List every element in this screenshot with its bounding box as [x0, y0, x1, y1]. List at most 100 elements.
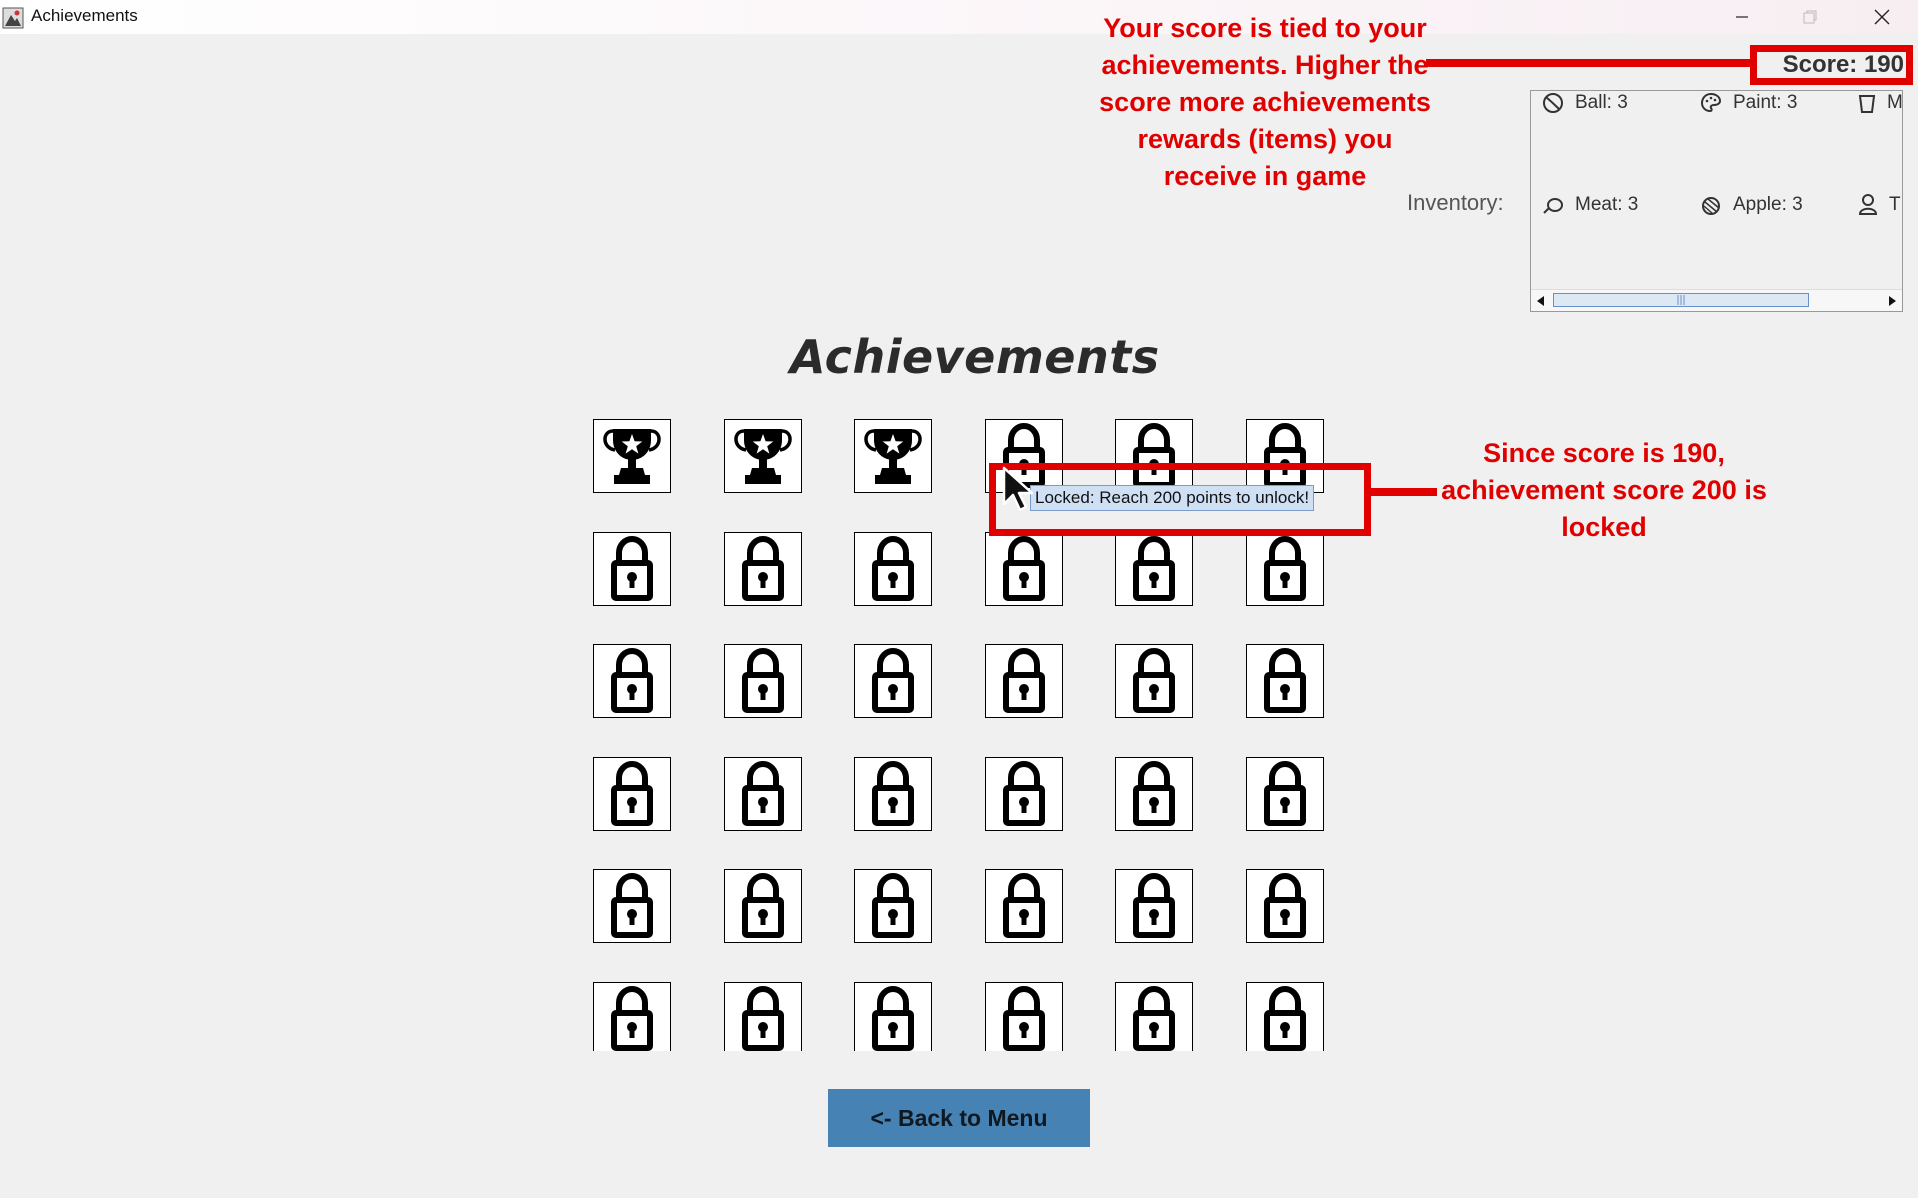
lock-icon: [1133, 986, 1175, 1051]
achievement-locked[interactable]: [593, 982, 671, 1051]
scrollbar-thumb[interactable]: [1553, 293, 1809, 307]
achievement-locked[interactable]: [593, 644, 671, 718]
ball-icon: [1543, 93, 1563, 113]
lock-icon: [1264, 648, 1306, 713]
lock-icon: [1133, 761, 1175, 826]
app-icon: [2, 7, 24, 29]
achievement-unlocked[interactable]: [854, 419, 932, 493]
achievement-locked[interactable]: [1115, 982, 1193, 1051]
title-bar: Achievements: [0, 0, 1918, 34]
scroll-right-arrow[interactable]: [1882, 290, 1902, 311]
inventory-item-paint: Paint: 3: [1699, 91, 1797, 115]
tooltip-annotation-box: [989, 463, 1371, 536]
score-label: Score: 190: [1750, 45, 1913, 85]
achievement-locked[interactable]: [1246, 644, 1324, 718]
lock-icon: [872, 536, 914, 601]
lock-icon: [611, 648, 653, 713]
restore-icon: [1803, 10, 1817, 24]
achievement-locked[interactable]: [724, 982, 802, 1051]
minimize-button[interactable]: [1708, 0, 1776, 34]
lock-icon: [611, 761, 653, 826]
achievement-locked[interactable]: [854, 532, 932, 606]
meat-icon: [1543, 198, 1563, 214]
achievement-unlocked[interactable]: [593, 419, 671, 493]
achievement-locked[interactable]: [1115, 757, 1193, 831]
lock-icon: [1264, 873, 1306, 938]
achievement-locked[interactable]: [593, 532, 671, 606]
scroll-left-arrow[interactable]: [1531, 290, 1551, 311]
page-title: Achievements: [790, 330, 1160, 384]
achievement-locked[interactable]: [593, 757, 671, 831]
close-button[interactable]: [1848, 0, 1916, 34]
lock-icon: [1003, 648, 1045, 713]
back-to-menu-button[interactable]: <- Back to Menu: [828, 1089, 1090, 1147]
lock-icon: [1003, 536, 1045, 601]
minimize-icon: [1736, 16, 1748, 18]
close-icon: [1874, 9, 1890, 25]
lock-icon: [1133, 648, 1175, 713]
lock-icon: [742, 873, 784, 938]
lock-icon: [1264, 761, 1306, 826]
lock-icon: [611, 873, 653, 938]
annotation-arrow-line: [1426, 59, 1752, 67]
mouse-cursor-icon: [1002, 466, 1034, 512]
score-text: Score: 190: [1782, 51, 1904, 78]
lock-icon: [872, 873, 914, 938]
inventory-item-apple: Apple: 3: [1699, 193, 1803, 217]
achievement-locked[interactable]: [593, 869, 671, 943]
locked-annotation: Since score is 190, achievement score 20…: [1441, 438, 1767, 542]
trophy-icon: [734, 429, 792, 484]
achievement-unlocked[interactable]: [724, 419, 802, 493]
achievement-locked[interactable]: [985, 644, 1063, 718]
lock-icon: [742, 761, 784, 826]
achievement-locked[interactable]: [1246, 869, 1324, 943]
lock-icon: [872, 648, 914, 713]
lock-icon: [1003, 986, 1045, 1051]
inventory-item-cup: M: [1857, 91, 1902, 115]
achievement-locked[interactable]: [1115, 869, 1193, 943]
lock-icon: [742, 986, 784, 1051]
achievement-locked[interactable]: [985, 869, 1063, 943]
annotation-arrow-line: [1369, 488, 1437, 496]
grip-icon: [1677, 295, 1685, 305]
lock-icon: [1133, 873, 1175, 938]
arrow-left-icon: [1537, 295, 1544, 306]
maximize-button[interactable]: [1776, 0, 1844, 34]
achievement-locked[interactable]: [854, 757, 932, 831]
achievement-locked[interactable]: [854, 869, 932, 943]
achievement-locked[interactable]: [854, 644, 932, 718]
inventory-item-toy: T: [1857, 193, 1901, 217]
lock-icon: [872, 986, 914, 1051]
lock-icon: [872, 761, 914, 826]
lock-icon: [1003, 761, 1045, 826]
achievement-locked[interactable]: [1246, 532, 1324, 606]
inventory-horizontal-scrollbar[interactable]: [1531, 289, 1902, 311]
inventory-item-meat: Meat: 3: [1541, 193, 1638, 217]
lock-icon: [1003, 873, 1045, 938]
trophy-icon: [864, 429, 922, 484]
achievement-locked[interactable]: [724, 644, 802, 718]
achievement-locked[interactable]: [1115, 532, 1193, 606]
inventory-label: Inventory:: [1407, 190, 1504, 215]
lock-icon: [611, 986, 653, 1051]
achievement-locked[interactable]: [1246, 982, 1324, 1051]
cup-icon: [1858, 95, 1876, 113]
achievement-locked[interactable]: [1115, 644, 1193, 718]
arrow-right-icon: [1889, 295, 1896, 306]
achievement-locked[interactable]: [985, 982, 1063, 1051]
achievement-locked[interactable]: [724, 869, 802, 943]
lock-icon: [742, 536, 784, 601]
achievement-locked[interactable]: [1246, 757, 1324, 831]
trophy-icon: [603, 429, 661, 484]
lock-icon: [1133, 536, 1175, 601]
toy-icon: [1858, 194, 1878, 215]
lock-icon: [611, 536, 653, 601]
achievement-locked[interactable]: [985, 757, 1063, 831]
achievement-locked[interactable]: [985, 532, 1063, 606]
achievement-locked[interactable]: [724, 532, 802, 606]
achievement-locked[interactable]: [724, 757, 802, 831]
lock-icon: [1264, 986, 1306, 1051]
score-annotation: Your score is tied to your achievements.…: [1099, 13, 1431, 191]
inventory-panel[interactable]: Ball: 3 Paint: 3 M Meat: 3 Apple: 3 T: [1530, 90, 1903, 312]
achievement-locked[interactable]: [854, 982, 932, 1051]
